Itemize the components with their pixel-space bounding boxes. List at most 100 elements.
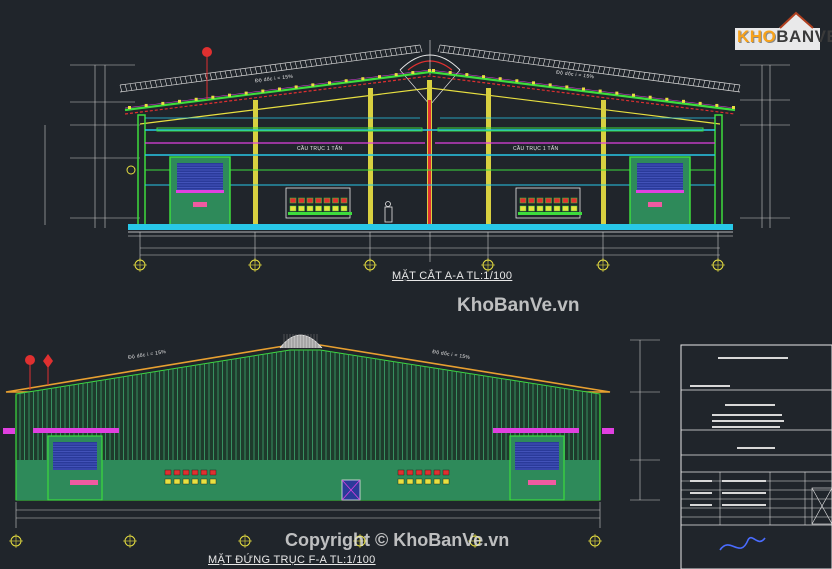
roof-tick [214, 72, 218, 80]
roof-tick [374, 50, 378, 59]
window-pane [191, 469, 199, 476]
roof-tick [404, 46, 408, 55]
window-pane [570, 205, 578, 212]
elevation-ridge-ventilator [279, 334, 323, 349]
roof-tick [732, 84, 736, 92]
watermark-center: KhoBanVe.vn [457, 295, 580, 316]
purlin [598, 89, 602, 93]
logo-text-b: BANVE [776, 27, 832, 46]
window-pane [406, 469, 414, 476]
roof-tick [607, 67, 611, 75]
section-crane-label-left: CẦU TRỤC 1 TẤN [297, 146, 343, 152]
roof-tick [344, 54, 348, 63]
title-block-symbol [811, 487, 832, 525]
roof-tick [179, 76, 183, 85]
window-pane [289, 197, 297, 204]
roof-tick [369, 51, 373, 59]
watermark-bottom: Copyright © KhoBanVe.vn [285, 530, 510, 550]
window-pane [397, 478, 405, 485]
roof-tick [289, 62, 293, 70]
window-pane [173, 478, 181, 485]
roof-tick [652, 73, 656, 81]
roof-tick [557, 60, 561, 69]
roof-tick [522, 56, 526, 64]
roof-tick [264, 65, 268, 73]
roof-tick [144, 81, 148, 89]
window-pane [424, 469, 432, 476]
purlin [344, 79, 348, 83]
purlin [582, 87, 585, 91]
roof-tick [364, 52, 368, 60]
window-pane [191, 478, 199, 485]
roof-tick [617, 68, 621, 77]
roof-tick [154, 80, 158, 88]
roof-tick [304, 60, 308, 68]
window-sill [288, 212, 352, 215]
window-pane [442, 478, 450, 485]
window-pane [209, 478, 217, 485]
roof-tick [349, 54, 353, 62]
roof-tick [249, 67, 253, 75]
roof-tick [552, 60, 556, 68]
window-pane [545, 205, 552, 212]
window-pane [536, 197, 544, 204]
window-pane [562, 205, 569, 212]
roof-tick [697, 79, 701, 87]
window-pane [340, 197, 348, 204]
window-pane [553, 197, 561, 204]
khobanve-logo: KHOBANVE [737, 27, 832, 47]
purlin [698, 101, 702, 105]
roof-tick [209, 72, 213, 81]
window-sill [518, 212, 582, 215]
elevation-door-right [509, 435, 565, 501]
roof-tick [134, 82, 138, 91]
roof-tick [692, 78, 696, 87]
roof-tick [677, 76, 681, 85]
roof-tick [487, 51, 491, 59]
window-pane [519, 197, 527, 204]
roof-tick [384, 49, 388, 57]
roof-tick [299, 60, 303, 69]
purlin [361, 77, 365, 81]
roof-tick [547, 59, 551, 67]
roof-tick [512, 54, 516, 63]
roof-tick [254, 66, 258, 75]
window-pane [415, 478, 423, 485]
signature [719, 536, 766, 551]
roof-tick [139, 82, 143, 90]
purlin [432, 69, 435, 72]
roof-tick [477, 50, 481, 58]
window-pane [306, 197, 314, 204]
purlin [428, 69, 431, 72]
roof-tick [602, 66, 606, 75]
section-bottom-dimensions [139, 232, 720, 262]
section-drawing [44, 40, 790, 272]
purlin [715, 103, 719, 107]
roof-tick [647, 72, 651, 81]
roof-tick [279, 63, 283, 71]
window-pane [415, 469, 423, 476]
cad-drawing-canvas [3, 11, 832, 569]
roof-tick [492, 52, 496, 60]
logo-text-a: KHO [737, 27, 777, 46]
purlin [665, 97, 669, 101]
purlin [261, 89, 265, 93]
roof-tick [379, 50, 383, 58]
elevation-title: MẶT ĐỨNG TRỤC F-A TL:1/100 [208, 554, 376, 566]
window-pane [397, 469, 405, 476]
roof-tick [717, 82, 721, 90]
elevation-eave-band-right [493, 428, 579, 433]
window-pane [442, 469, 450, 476]
roof-tick [169, 78, 173, 86]
roof-tick [124, 84, 128, 92]
section-floor [128, 224, 733, 237]
window-pane [340, 205, 348, 212]
window-pane [528, 197, 535, 204]
roof-tick [269, 64, 273, 73]
roof-tick [447, 46, 451, 54]
roof-tick [527, 56, 531, 65]
title-block [680, 344, 832, 569]
roof-tick [189, 75, 193, 83]
roof-tick [314, 58, 318, 67]
purlin [294, 85, 298, 89]
